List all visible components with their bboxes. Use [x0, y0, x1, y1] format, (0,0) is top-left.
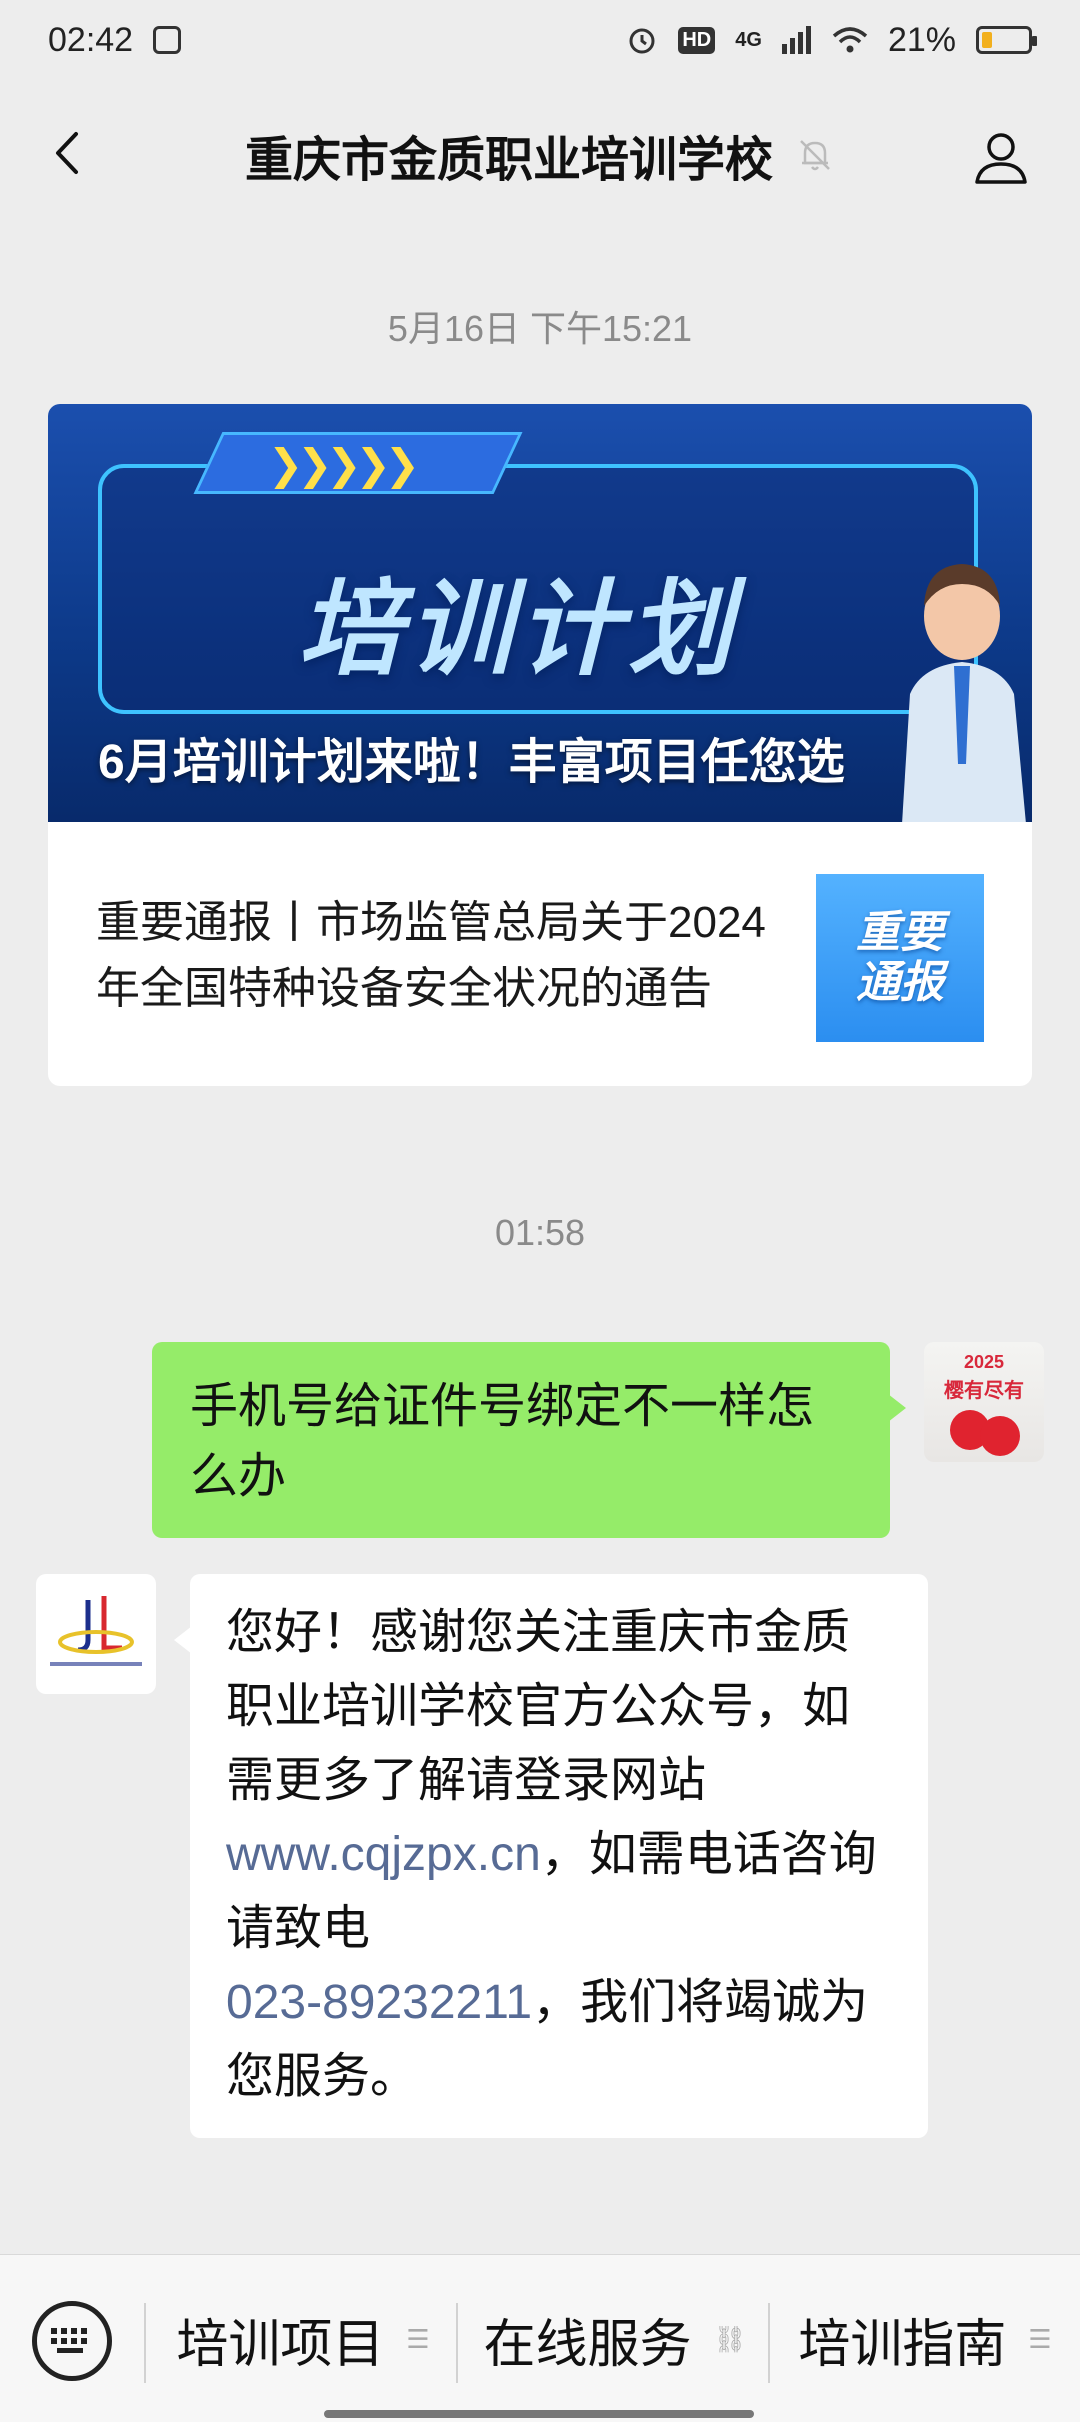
menu-item-label: 在线服务 [483, 2315, 692, 2374]
outgoing-message-bubble[interactable]: 手机号给证件号绑定不一样怎么办 [152, 1342, 906, 1538]
sub-article-title: 重要通报丨市场监管总局关于2024年全国特种设备安全状况的通告 [96, 898, 766, 1013]
hd-badge: HD [678, 26, 716, 54]
sub-article-thumbnail: 重要 通报 [816, 874, 984, 1042]
avatar-year: 2025 [963, 1352, 1005, 1372]
incoming-text-part1: 您好！感谢您关注重庆市金质职业培训学校官方公众号，如需更多了解请登录网站 [226, 1606, 851, 1807]
alarm-icon [629, 28, 655, 54]
phone-link[interactable]: 023-89232211 [226, 1976, 532, 2029]
sub-article[interactable]: 重要通报丨市场监管总局关于2024年全国特种设备安全状况的通告 重要 通报 [48, 822, 1032, 1086]
status-bar: 02:42 HD 4G 21% [0, 0, 1080, 80]
official-account-menu: 培训项目 ☰ 在线服务 ⛓ 培训指南 ☰ [0, 2254, 1080, 2422]
banner-heading: 培训计划 [298, 572, 739, 688]
battery-percent: 21% [887, 20, 956, 59]
chevrons-icon: ❯❯❯❯❯ [268, 441, 420, 488]
home-indicator[interactable] [324, 2410, 754, 2418]
list-icon: ☰ [406, 2323, 430, 2354]
link-icon: ⛓ [713, 2323, 747, 2354]
timestamp: 5月16日 下午15:21 [387, 308, 693, 349]
outgoing-message-text: 手机号给证件号绑定不一样怎么办 [190, 1380, 815, 1503]
keyboard-toggle-icon[interactable] [32, 2301, 112, 2381]
profile-icon[interactable] [972, 128, 1030, 186]
divider [456, 2303, 458, 2383]
divider [144, 2303, 146, 2383]
signal-icon [781, 26, 811, 54]
school-logo-icon [50, 1596, 142, 1666]
incoming-message-bubble[interactable]: 您好！感谢您关注重庆市金质职业培训学校官方公众号，如需更多了解请登录网站 www… [174, 1574, 928, 2138]
presenter-illustration [902, 564, 1026, 822]
page-title: 重庆市金质职业培训学校 [244, 134, 773, 187]
my-avatar[interactable]: 2025 樱有尽有 [924, 1342, 1044, 1462]
thumb-text-line2: 通报 [856, 958, 944, 1007]
chat-header: 重庆市金质职业培训学校 [0, 80, 1080, 230]
website-link[interactable]: www.cqjzpx.cn [226, 1828, 541, 1881]
network-type: 4G [735, 28, 762, 51]
sim-notification-icon [153, 26, 182, 54]
banner-caption: 6月培训计划来啦！丰富项目任您选 [98, 736, 845, 789]
menu-item-label: 培训项目 [176, 2315, 385, 2374]
school-logo-avatar[interactable] [36, 1574, 156, 1694]
timestamp: 01:58 [494, 1212, 586, 1253]
cherry-icon [980, 1416, 1020, 1456]
menu-item-online-service[interactable]: 在线服务 ⛓ [460, 2277, 770, 2401]
battery-icon [976, 26, 1037, 54]
avatar-text: 樱有尽有 [944, 1380, 1024, 1402]
wifi-icon [832, 27, 868, 53]
thumb-text-line1: 重要 [856, 908, 944, 957]
menu-item-label: 培训指南 [798, 2315, 1007, 2374]
article-card[interactable]: ❯❯❯❯❯ 培训计划 6月培训计划来啦！丰富项目任您选 重要通报丨市场监管总局关… [48, 404, 1032, 1086]
menu-item-training-projects[interactable]: 培训项目 ☰ [148, 2277, 458, 2401]
mute-bell-icon [800, 140, 830, 171]
article-banner[interactable]: ❯❯❯❯❯ 培训计划 6月培训计划来啦！丰富项目任您选 [48, 404, 1032, 822]
list-icon: ☰ [1028, 2323, 1052, 2354]
divider [768, 2303, 770, 2383]
menu-item-training-guide[interactable]: 培训指南 ☰ [772, 2277, 1078, 2401]
clock: 02:42 [48, 20, 134, 59]
